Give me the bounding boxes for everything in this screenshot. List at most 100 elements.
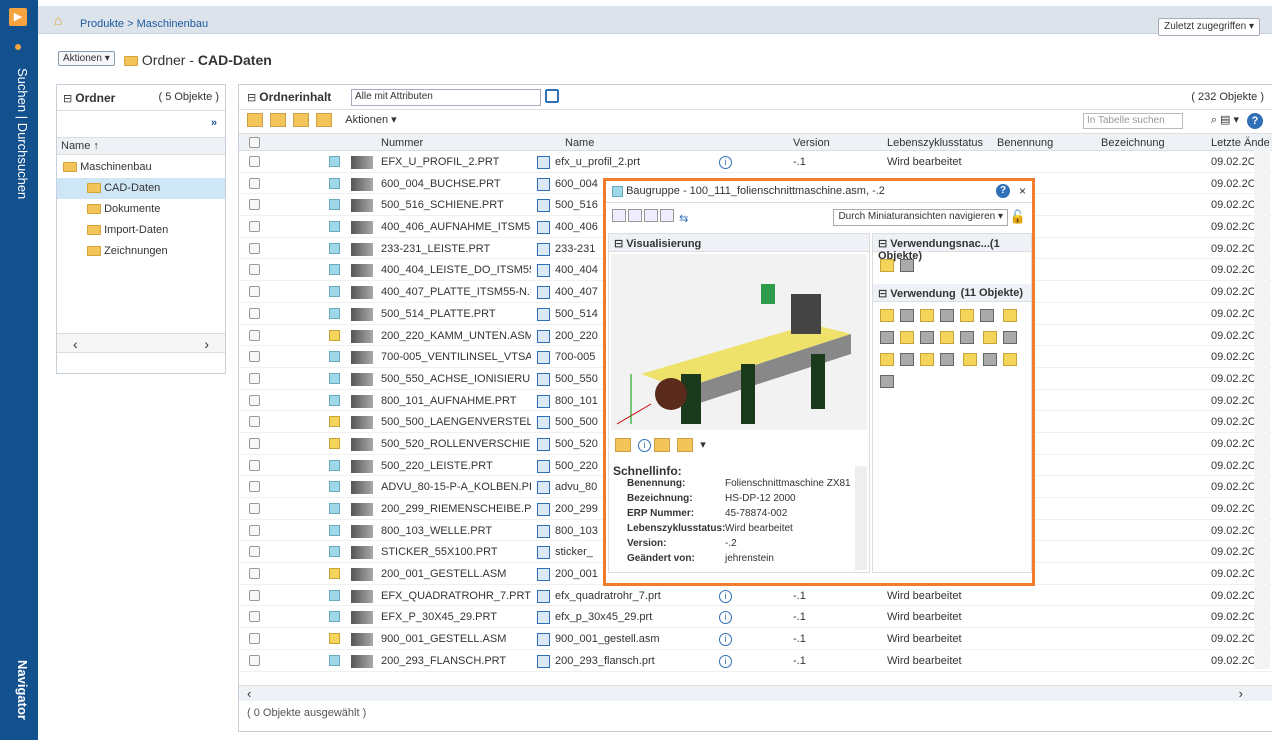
view-icon[interactable] <box>537 199 550 213</box>
view-icon[interactable] <box>537 546 550 560</box>
part-thumb-icon[interactable] <box>880 375 894 388</box>
table-hscroll[interactable]: ‹ › <box>239 685 1272 701</box>
info-icon[interactable]: i <box>719 156 732 169</box>
navigator-tab[interactable]: Navigator <box>15 660 30 720</box>
part-thumbnail[interactable] <box>351 481 373 495</box>
row-checkbox[interactable] <box>249 481 260 493</box>
assembly-icon[interactable] <box>920 353 934 366</box>
row-checkbox[interactable] <box>249 199 260 211</box>
view-icon[interactable] <box>537 329 550 343</box>
more-icon[interactable]: ▾ <box>700 439 706 451</box>
search-tab[interactable]: Suchen | Durchsuchen <box>15 68 30 199</box>
part-thumb-icon[interactable] <box>983 353 998 366</box>
assembly-icon[interactable] <box>920 309 934 322</box>
save-icon[interactable] <box>545 89 559 103</box>
copy-icon[interactable] <box>615 438 631 453</box>
prev-icon[interactable] <box>628 209 642 222</box>
breadcrumb[interactable]: Produkte > Maschinenbau <box>80 18 208 30</box>
cell-nummer[interactable]: 200_220_KAMM_UNTEN.ASM <box>381 330 531 342</box>
part-thumbnail[interactable] <box>351 177 373 191</box>
part-thumb-icon[interactable] <box>900 259 914 272</box>
row-checkbox[interactable] <box>249 394 260 406</box>
row-checkbox[interactable] <box>249 264 260 276</box>
assembly-icon[interactable] <box>960 309 974 322</box>
scroll-right-icon[interactable]: › <box>204 336 209 352</box>
hierarchy-icon[interactable] <box>316 113 333 128</box>
view-icon[interactable] <box>537 589 550 603</box>
refresh-icon[interactable]: ⇆ <box>679 213 688 225</box>
col-benennung[interactable]: Benennung <box>997 137 1053 149</box>
assembly-icon[interactable] <box>880 309 894 322</box>
help-icon[interactable]: ? <box>996 184 1010 198</box>
view-icon[interactable] <box>537 351 550 365</box>
navigate-select[interactable]: Durch Miniaturansichten navigieren ▾ <box>833 209 1008 226</box>
view-icon[interactable] <box>537 372 550 386</box>
collapse-icon[interactable]: ⊟ <box>614 238 623 250</box>
folder-tree-item[interactable]: Import-Daten <box>57 220 225 241</box>
model-thumbnail[interactable] <box>611 254 867 430</box>
collapse-icon[interactable]: ⊟ <box>878 238 887 250</box>
assembly-icon[interactable] <box>983 331 998 344</box>
table-row[interactable]: EFX_QUADRATROHR_7.PRT efx_quadratrohr_7.p… <box>239 585 1272 607</box>
select-all-checkbox[interactable] <box>249 137 260 148</box>
table-row[interactable]: 200_293_FLANSCH.PRT 200_293_flansch.prt i -… <box>239 650 1272 672</box>
info-icon[interactable]: i <box>719 654 732 668</box>
view-icon[interactable] <box>537 611 550 625</box>
view-icon[interactable] <box>537 437 550 451</box>
view-icon[interactable] <box>654 438 671 453</box>
scroll-left-icon[interactable]: ‹ <box>73 336 78 352</box>
col-version[interactable]: Version <box>793 137 830 149</box>
cell-nummer[interactable]: EFX_U_PROFIL_2.PRT <box>381 156 531 168</box>
part-thumbnail[interactable] <box>351 633 373 647</box>
part-thumb-icon[interactable] <box>880 331 894 344</box>
part-thumbnail[interactable] <box>351 329 373 343</box>
view-icon[interactable] <box>537 221 550 235</box>
row-checkbox[interactable] <box>249 611 260 623</box>
row-checkbox[interactable] <box>249 286 260 298</box>
cell-name[interactable]: efx_u_profil_2.prt <box>555 156 705 168</box>
info-icon[interactable]: i <box>719 611 732 625</box>
row-checkbox[interactable] <box>249 242 260 254</box>
part-thumbnail[interactable] <box>351 589 373 603</box>
view-icon[interactable] <box>537 156 550 169</box>
part-thumbnail[interactable] <box>351 524 373 538</box>
row-checkbox[interactable] <box>249 307 260 319</box>
row-checkbox[interactable] <box>249 654 260 666</box>
view-icon[interactable] <box>537 481 550 495</box>
folder-column-header[interactable]: Name ↑ <box>57 137 225 155</box>
info-icon[interactable]: i <box>638 439 652 452</box>
cell-nummer[interactable]: ADVU_80-15-P-A_KOLBEN.PRT <box>381 481 531 493</box>
scroll-left-icon[interactable]: ‹ <box>247 686 251 701</box>
cell-nummer[interactable]: 600_004_BUCHSE.PRT <box>381 178 531 190</box>
info-icon[interactable]: i <box>719 589 732 603</box>
new-item-icon[interactable] <box>270 113 287 128</box>
row-checkbox[interactable] <box>249 372 260 384</box>
part-thumb-icon[interactable] <box>1003 331 1018 344</box>
row-checkbox[interactable] <box>249 633 260 645</box>
expand-panel-button[interactable]: » <box>211 117 217 129</box>
cell-nummer[interactable]: 500_550_ACHSE_IONISIERUNG.PRT <box>381 373 531 385</box>
part-thumb-icon[interactable] <box>980 309 994 322</box>
part-thumbnail[interactable] <box>351 199 373 213</box>
view-icon[interactable] <box>537 416 550 430</box>
view-icon[interactable] <box>537 242 550 256</box>
view-icon[interactable] <box>537 459 550 473</box>
collapse-icon[interactable]: ⊟ <box>63 93 72 105</box>
assembly-icon[interactable] <box>880 259 894 272</box>
cell-nummer[interactable]: 200_293_FLANSCH.PRT <box>381 655 531 667</box>
new-folder-icon[interactable] <box>247 113 263 128</box>
part-thumbnail[interactable] <box>351 416 373 430</box>
collapse-icon[interactable]: ⊟ <box>247 92 256 104</box>
part-thumbnail[interactable] <box>351 156 373 169</box>
part-thumbnail[interactable] <box>351 503 373 516</box>
part-thumb-icon[interactable] <box>900 309 914 322</box>
copy-icon[interactable] <box>293 113 310 128</box>
view-icon[interactable] <box>537 307 550 321</box>
cell-nummer[interactable]: 200_299_RIEMENSCHEIBE.PRT <box>381 503 531 515</box>
row-checkbox[interactable] <box>249 156 260 167</box>
cell-name[interactable]: 900_001_gestell.asm <box>555 633 705 645</box>
scroll-right-icon[interactable]: › <box>1239 686 1243 701</box>
lock-icon[interactable]: 🔓 <box>1010 209 1026 225</box>
row-checkbox[interactable] <box>249 503 260 514</box>
part-thumbnail[interactable] <box>351 654 373 668</box>
